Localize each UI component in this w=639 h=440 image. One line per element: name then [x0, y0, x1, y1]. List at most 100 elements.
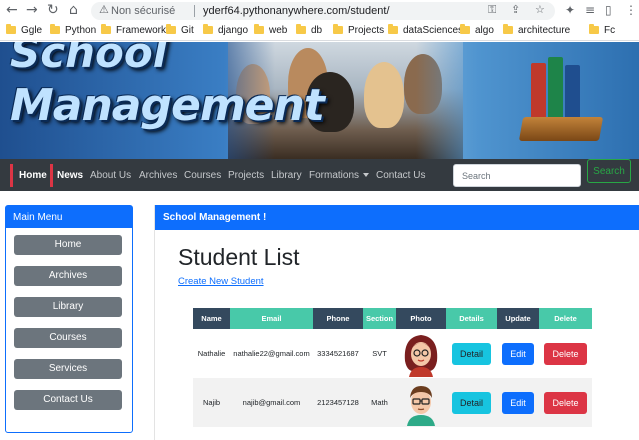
nav-about-us[interactable]: About Us [90, 170, 131, 181]
book [548, 57, 563, 123]
bookmark-folder[interactable]: db [296, 24, 322, 36]
folder-icon [296, 24, 306, 34]
caret-down-icon [363, 173, 370, 177]
cell-photo [396, 329, 446, 378]
folder-icon [50, 24, 60, 34]
books-icon [518, 47, 604, 147]
nav-contact-us[interactable]: Contact Us [376, 170, 425, 181]
bookmark-folder[interactable]: dataSciences [388, 24, 463, 36]
folder-icon [203, 24, 213, 34]
security-label: Non sécurisé [111, 5, 176, 17]
folder-icon [589, 24, 599, 34]
folder-icon [101, 24, 111, 34]
column-header-phone: Phone [313, 308, 363, 329]
edit-button[interactable]: Edit [502, 391, 534, 414]
table-row: Najib najib@gmail.com 2123457128 Math De… [193, 378, 592, 427]
column-header-update: Update [497, 308, 539, 329]
edit-button[interactable]: Edit [502, 342, 534, 365]
side-panel-icon[interactable]: ▯ [605, 3, 612, 17]
bookmark-folder[interactable]: Projects [333, 24, 384, 36]
main-card-header: School Management ! [155, 205, 639, 230]
book-tray [518, 117, 604, 141]
nav-formations-label: Formations [309, 170, 360, 181]
reload-icon[interactable]: ↻ [47, 2, 59, 18]
cell-update: Edit [497, 378, 539, 427]
forward-arrow-icon[interactable]: → [26, 2, 38, 18]
main-card: School Management ! Student List Create … [154, 205, 639, 440]
bookmark-folder[interactable]: web [254, 24, 287, 36]
search-button[interactable]: Search [587, 159, 631, 183]
site-banner: School Management [0, 42, 639, 159]
bookmark-folder[interactable]: Ggle [6, 24, 42, 36]
search-input[interactable] [453, 164, 581, 187]
bookmark-folder[interactable]: architecture [503, 24, 570, 36]
cell-details: Detail [446, 378, 497, 427]
cell-delete: Delete [539, 378, 592, 427]
menu-courses-button[interactable]: Courses [14, 328, 122, 348]
cell-email: najib@gmail.com [230, 378, 313, 427]
url-divider [194, 5, 195, 17]
nav-home[interactable]: Home [19, 170, 47, 181]
folder-icon [388, 24, 398, 34]
create-student-link[interactable]: Create New Student [178, 276, 264, 287]
male-avatar-icon [407, 385, 435, 426]
nav-library[interactable]: Library [271, 170, 302, 181]
menu-home-button[interactable]: Home [14, 235, 122, 255]
reading-list-icon[interactable]: ≡ [585, 3, 595, 17]
key-icon[interactable]: ⚿ [488, 3, 496, 17]
nav-projects[interactable]: Projects [228, 170, 264, 181]
folder-icon [166, 24, 176, 34]
bookmark-folder[interactable]: Fc [589, 24, 615, 36]
folder-icon [333, 24, 343, 34]
detail-button[interactable]: Detail [451, 391, 491, 414]
column-header-section: Section [363, 308, 396, 329]
book [531, 63, 546, 123]
cell-section: Math [363, 378, 396, 427]
cell-section: SVT [363, 329, 396, 378]
menu-library-button[interactable]: Library [14, 297, 122, 317]
nav-formations-dropdown[interactable]: Formations [309, 170, 370, 181]
cell-delete: Delete [539, 329, 592, 378]
share-icon[interactable]: ⇪ [511, 3, 520, 16]
menu-contact-us-button[interactable]: Contact Us [14, 390, 122, 410]
active-indicator [10, 164, 13, 187]
address-bar[interactable]: ⚠ Non sécurisé yderf64.pythonanywhere.co… [91, 2, 555, 20]
bookmark-star-icon[interactable]: ☆ [535, 3, 545, 16]
student-figure [364, 62, 404, 128]
bookmark-folder[interactable]: Git [166, 24, 194, 36]
cell-phone: 3334521687 [313, 329, 363, 378]
delete-button[interactable]: Delete [544, 391, 587, 414]
main-menu-panel: Main Menu Home Archives Library Courses … [5, 205, 133, 433]
cell-email: nathalie22@gmail.com [230, 329, 313, 378]
active-indicator [50, 164, 53, 187]
url-text[interactable]: yderf64.pythonanywhere.com/student/ [203, 5, 390, 17]
extensions-icon[interactable]: ✦ [565, 3, 575, 17]
cell-details: Detail [446, 329, 497, 378]
cell-name: Nathalie [193, 329, 230, 378]
bookmark-folder[interactable]: django [203, 24, 248, 36]
back-arrow-icon[interactable]: ← [6, 2, 18, 18]
warning-icon[interactable]: ⚠ [99, 3, 109, 16]
bookmarks-bar: Ggle Python Framework Git django web db … [0, 22, 639, 41]
home-icon[interactable]: ⌂ [69, 2, 78, 18]
nav-archives[interactable]: Archives [139, 170, 177, 181]
bookmark-folder[interactable]: Python [50, 24, 96, 36]
delete-button[interactable]: Delete [544, 342, 587, 365]
cell-photo [396, 378, 446, 427]
browser-toolbar: ← → ↻ ⌂ ⚠ Non sécurisé yderf64.pythonany… [0, 0, 639, 22]
menu-services-button[interactable]: Services [14, 359, 122, 379]
bookmark-folder[interactable]: algo [460, 24, 494, 36]
bookmark-folder[interactable]: Framework [101, 24, 166, 36]
column-header-email: Email [230, 308, 313, 329]
book [565, 65, 580, 123]
detail-button[interactable]: Detail [451, 342, 491, 365]
nav-news[interactable]: News [57, 170, 83, 181]
banner-title-line2: Management [10, 80, 325, 131]
menu-archives-button[interactable]: Archives [14, 266, 122, 286]
student-table: Name Email Phone Section Photo Details U… [193, 308, 592, 427]
menu-icon[interactable]: ⋮ [625, 3, 637, 17]
nav-courses[interactable]: Courses [184, 170, 221, 181]
column-header-details: Details [446, 308, 497, 329]
main-menu-title: Main Menu [6, 206, 132, 228]
banner-title-line1: School [10, 42, 168, 77]
